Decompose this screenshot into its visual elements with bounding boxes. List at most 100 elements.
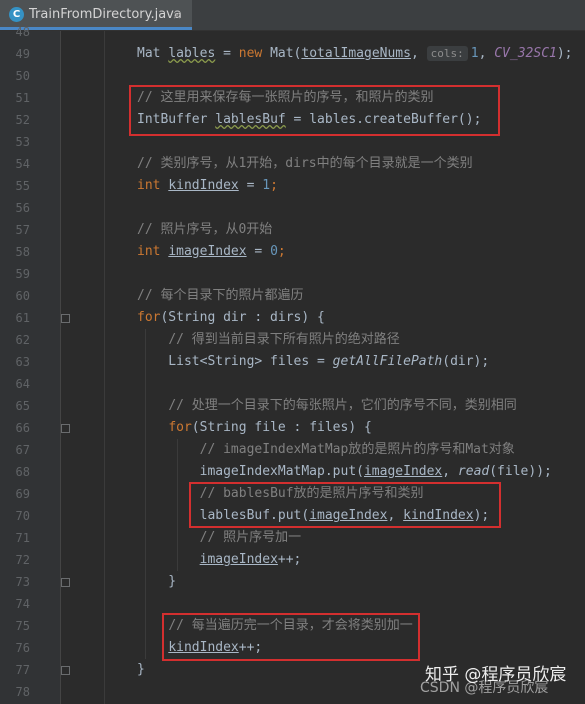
code-comment: // 照片序号加一: [199, 530, 302, 545]
code-token: new: [238, 46, 263, 61]
line-number: 66: [15, 421, 30, 435]
code-token: 1: [262, 178, 271, 193]
code-line[interactable]: // 处理一个目录下的每张照片，它们的序号不同，类别相同: [137, 395, 517, 417]
line-number: 64: [15, 377, 30, 391]
line-number: 77: [15, 663, 30, 677]
fold-marker-icon[interactable]: [61, 578, 70, 587]
code-line[interactable]: Mat lables = new Mat(totalImageNums, col…: [137, 43, 573, 65]
code-line[interactable]: imageIndex++;: [137, 549, 302, 571]
fold-marker-icon[interactable]: [61, 424, 70, 433]
code-token: ;: [270, 178, 278, 193]
line-number: 76: [15, 641, 30, 655]
code-token: List<String> files =: [137, 354, 333, 369]
line-number: 62: [15, 333, 30, 347]
code-token: =: [238, 178, 263, 193]
code-token: Mat: [137, 46, 169, 61]
code-token: lables: [168, 46, 216, 61]
line-number: 72: [15, 553, 30, 567]
code-token: getAllFilePath: [332, 354, 443, 369]
indent-guide: [104, 31, 105, 704]
line-number: 56: [15, 201, 30, 215]
line-number: 75: [15, 619, 30, 633]
code-line[interactable]: for(String file : files) {: [137, 417, 372, 439]
close-icon[interactable]: ×: [172, 7, 182, 23]
line-number: 55: [15, 179, 30, 193]
code-token: (file));: [489, 464, 552, 479]
line-number: 61: [15, 311, 30, 325]
line-number: 58: [15, 245, 30, 259]
fold-marker-icon[interactable]: [61, 666, 70, 675]
code-token: imageIndexMatMap.put(: [137, 464, 364, 479]
line-number: 69: [15, 487, 30, 501]
code-token: int: [137, 178, 161, 193]
code-line[interactable]: for(String dir : dirs) {: [137, 307, 325, 329]
line-number: 57: [15, 223, 30, 237]
code-token: ++;: [277, 552, 302, 567]
highlight-box: [162, 613, 420, 661]
code-line[interactable]: // 类别序号，从1开始，dirs中的每个目录就是一个类别: [137, 153, 473, 175]
code-token: (String file : files) {: [191, 420, 372, 435]
code-line[interactable]: }: [137, 571, 176, 593]
code-line[interactable]: int kindIndex = 1;: [137, 175, 278, 197]
line-number: 67: [15, 443, 30, 457]
code-token: }: [137, 574, 177, 589]
line-number: 73: [15, 575, 30, 589]
fold-marker-icon[interactable]: [61, 314, 70, 323]
parameter-hint: cols:: [426, 46, 468, 61]
indent-guide: [177, 439, 178, 571]
code-token: CV_32SC1: [494, 46, 557, 61]
code-token: (String dir : dirs) {: [160, 310, 325, 325]
code-line[interactable]: // imageIndexMatMap放的是照片的序号和Mat对象: [137, 439, 515, 461]
code-token: imageIndex: [168, 244, 247, 259]
code-line[interactable]: imageIndexMatMap.put(imageIndex, read(fi…: [137, 461, 552, 483]
line-number: 71: [15, 531, 30, 545]
code-line[interactable]: // 照片序号，从0开始: [137, 219, 272, 241]
line-number: 70: [15, 509, 30, 523]
code-line[interactable]: // 得到当前目录下所有照片的绝对路径: [137, 329, 400, 351]
code-token: imageIndex: [199, 552, 278, 567]
code-comment: // 处理一个目录下的每张照片，它们的序号不同，类别相同: [168, 398, 517, 413]
watermark-secondary: CSDN @程序员欣宸: [420, 680, 549, 696]
code-token: for: [137, 310, 161, 325]
tab-title: TrainFromDirectory.java: [29, 7, 182, 22]
line-number: 74: [15, 597, 30, 611]
code-line[interactable]: // 每个目录下的照片都遍历: [137, 285, 303, 307]
code-token: read: [457, 464, 490, 479]
code-token: );: [556, 46, 573, 61]
code-line[interactable]: }: [137, 659, 145, 681]
code-token: ,: [410, 46, 427, 61]
code-line[interactable]: // 照片序号加一: [137, 527, 301, 549]
code-token: Mat(: [262, 46, 302, 61]
code-token: (dir);: [442, 354, 490, 369]
code-token: 0: [270, 244, 278, 259]
code-line[interactable]: List<String> files = getAllFilePath(dir)…: [137, 351, 489, 373]
line-number: 48: [15, 25, 30, 39]
code-token: =: [215, 46, 239, 61]
code-comment: // imageIndexMatMap放的是照片的序号和Mat对象: [199, 442, 515, 457]
code-token: int: [137, 244, 161, 259]
code-token: kindIndex: [168, 178, 239, 193]
code-token: imageIndex: [363, 464, 443, 479]
code-token: ,: [442, 464, 458, 479]
code-comment: // 每个目录下的照片都遍历: [137, 288, 304, 303]
indent-guide: [145, 329, 146, 659]
line-number: 49: [15, 47, 30, 61]
line-number: 54: [15, 157, 30, 171]
line-number: 60: [15, 289, 30, 303]
gutter-divider: [60, 31, 61, 704]
code-token: =: [246, 244, 271, 259]
line-number: 68: [15, 465, 30, 479]
line-number: 65: [15, 399, 30, 413]
code-token: }: [137, 662, 145, 677]
code-comment: // 得到当前目录下所有照片的绝对路径: [168, 332, 400, 347]
code-token: 1: [470, 46, 479, 61]
code-line[interactable]: int imageIndex = 0;: [137, 241, 286, 263]
highlight-box: [189, 482, 501, 528]
line-number: 59: [15, 267, 30, 281]
